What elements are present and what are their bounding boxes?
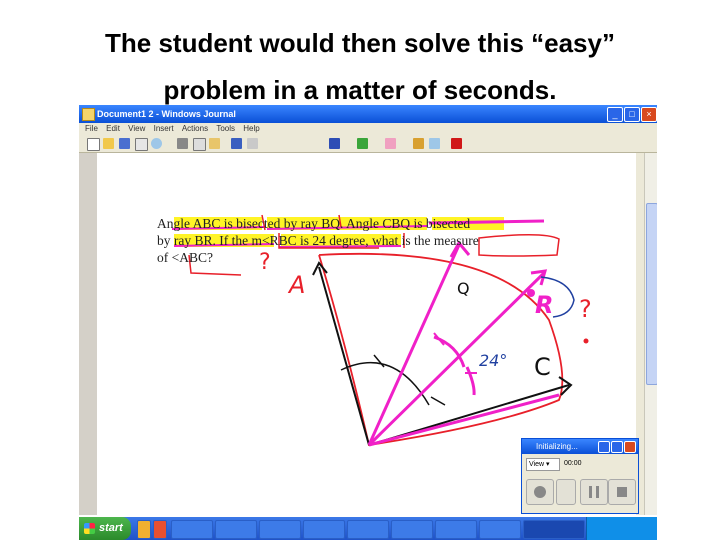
taskbar-button-3[interactable]	[259, 520, 301, 539]
pause-button[interactable]	[580, 479, 608, 505]
recorder-view-label: View	[529, 461, 545, 468]
recorder-maximize-button[interactable]	[611, 441, 623, 453]
taskbar-button-6[interactable]	[391, 520, 433, 539]
slide-title-line-1: The student would then solve this “easy”	[105, 28, 615, 58]
taskbar-button-4[interactable]	[303, 520, 345, 539]
recorder-title: Initializing...	[536, 442, 578, 451]
recorder-titlebar[interactable]: Initializing...	[522, 439, 638, 454]
record-icon	[534, 486, 546, 498]
handwritten-label-q: Q	[457, 279, 470, 298]
slide-title-line-2: problem in a matter of seconds.	[163, 75, 557, 105]
taskbar-button-8[interactable]	[479, 520, 521, 539]
pause-icon	[589, 486, 599, 498]
recorder-minimize-button[interactable]	[598, 441, 610, 453]
handwritten-angle-24: 24°	[479, 351, 508, 370]
recorder-close-button[interactable]	[624, 441, 636, 453]
system-tray	[586, 517, 657, 540]
windows-logo-icon	[84, 523, 95, 534]
problem-text: Angle ABC is bisected by ray BQ. Angle C…	[157, 215, 577, 266]
journal-screenshot: Document1 2 - Windows Journal _ □ × File…	[79, 105, 657, 540]
quicklaunch-icon-2[interactable]	[153, 520, 167, 539]
taskbar: start	[79, 517, 657, 540]
stop-icon	[617, 487, 627, 497]
point-r-dot	[527, 289, 535, 297]
taskbar-button-7[interactable]	[435, 520, 477, 539]
taskbar-button-2[interactable]	[215, 520, 257, 539]
red-dot	[583, 338, 589, 344]
handwritten-question-mark-1: ?	[259, 250, 271, 275]
start-label: start	[99, 522, 123, 534]
recorder-window[interactable]: Initializing... View ▾ 00:00	[521, 438, 639, 514]
taskbar-button-active[interactable]	[523, 520, 585, 539]
recorder-view-dropdown[interactable]: View ▾	[526, 458, 560, 471]
handwritten-label-a: A	[289, 271, 306, 299]
problem-line-1: Angle ABC is bisected by ray BQ. Angle C…	[157, 216, 471, 231]
record-button[interactable]	[526, 479, 554, 505]
handwritten-question-mark-2: ?	[579, 295, 592, 323]
recorder-time: 00:00	[564, 460, 582, 467]
handwritten-label-c: C	[534, 353, 551, 381]
handwritten-label-r: R	[535, 291, 554, 319]
problem-line-2: by ray BR. If the m<RBC is 24 degree, wh…	[157, 233, 479, 248]
start-button[interactable]: start	[79, 517, 131, 540]
taskbar-button-1[interactable]	[171, 520, 213, 539]
taskbar-button-5[interactable]	[347, 520, 389, 539]
record-dropdown-button[interactable]	[556, 479, 576, 505]
problem-line-3: of <ABC?	[157, 250, 213, 265]
stop-button[interactable]	[608, 479, 636, 505]
quicklaunch-icon-1[interactable]	[137, 520, 151, 539]
